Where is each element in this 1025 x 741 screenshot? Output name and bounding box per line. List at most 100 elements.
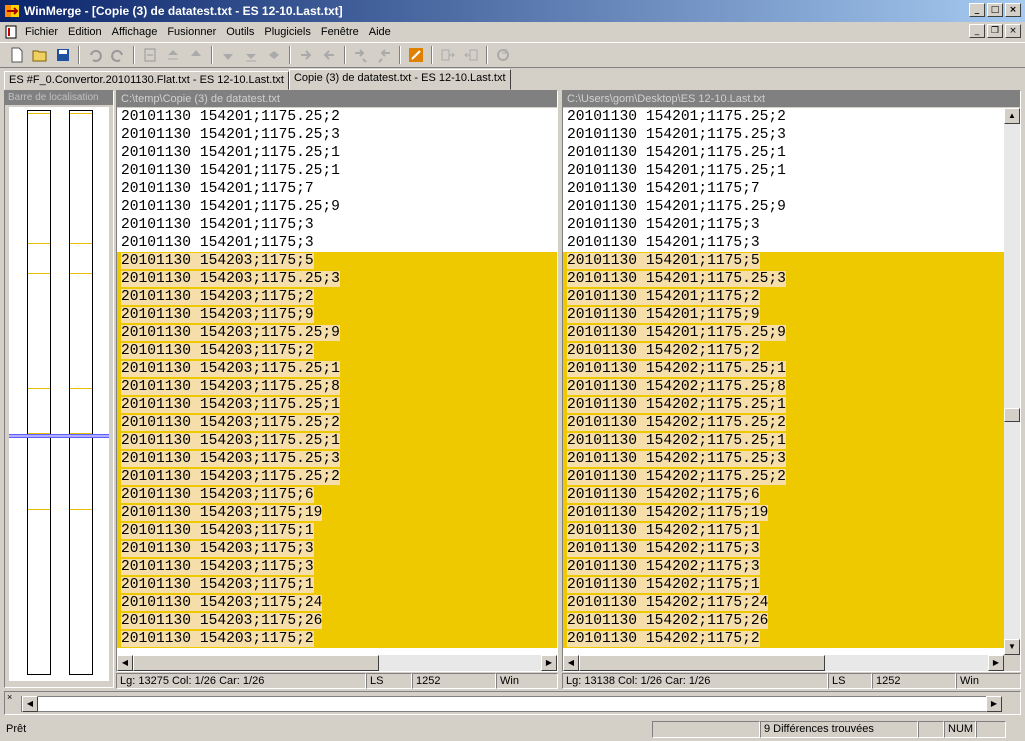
diff-line[interactable]: 20101130 154203;1175;2 bbox=[117, 630, 557, 648]
menu-outils[interactable]: Outils bbox=[221, 26, 259, 38]
diff-line[interactable]: 20101130 154202;1175.25;8 bbox=[563, 378, 1004, 396]
diff-line[interactable]: 20101130 154201;1175;5 bbox=[563, 252, 1004, 270]
diff-line[interactable]: 20101130 154203;1175;1 bbox=[117, 576, 557, 594]
location-view-indicator[interactable] bbox=[9, 434, 109, 438]
diff-line[interactable]: 20101130 154202;1175.25;2 bbox=[563, 468, 1004, 486]
text-line[interactable]: 20101130 154201;1175;3 bbox=[563, 234, 1004, 252]
redo-button[interactable] bbox=[107, 44, 129, 66]
text-line[interactable]: 20101130 154201;1175.25;1 bbox=[117, 144, 557, 162]
document-icon[interactable] bbox=[4, 25, 18, 39]
text-line[interactable]: 20101130 154201;1175;3 bbox=[117, 216, 557, 234]
diff-line[interactable]: 20101130 154203;1175;2 bbox=[117, 288, 557, 306]
diff-line[interactable]: 20101130 154203;1175.25;9 bbox=[117, 324, 557, 342]
text-line[interactable]: 20101130 154201;1175.25;2 bbox=[117, 108, 557, 126]
diff-line[interactable]: 20101130 154203;1175;5 bbox=[117, 252, 557, 270]
open-button[interactable] bbox=[29, 44, 51, 66]
text-line[interactable]: 20101130 154201;1175.25;1 bbox=[563, 162, 1004, 180]
diff-line[interactable]: 20101130 154203;1175.25;2 bbox=[117, 414, 557, 432]
scroll-right-button[interactable]: ▶ bbox=[541, 655, 557, 671]
scroll-thumb[interactable] bbox=[133, 655, 379, 671]
copy-right-advance-button[interactable] bbox=[350, 44, 372, 66]
diff-line[interactable]: 20101130 154203;1175.25;3 bbox=[117, 270, 557, 288]
menu-fichier[interactable]: Fichier bbox=[20, 26, 63, 38]
tab-copie-vs-last[interactable]: Copie (3) de datatest.txt - ES 12-10.Las… bbox=[288, 69, 511, 90]
menu-fusionner[interactable]: Fusionner bbox=[162, 26, 221, 38]
diff-line[interactable]: 20101130 154203;1175.25;8 bbox=[117, 378, 557, 396]
doc-close-button[interactable]: × bbox=[1005, 24, 1021, 38]
save-button[interactable] bbox=[52, 44, 74, 66]
tab-flat-vs-last[interactable]: ES #F_0.Convertor.20101130.Flat.txt - ES… bbox=[4, 71, 289, 90]
copy-right-button[interactable] bbox=[295, 44, 317, 66]
new-button[interactable] bbox=[6, 44, 28, 66]
doc-restore-button[interactable]: ❐ bbox=[987, 24, 1003, 38]
diff-line[interactable]: 20101130 154203;1175;24 bbox=[117, 594, 557, 612]
diff-line[interactable]: 20101130 154203;1175.25;1 bbox=[117, 432, 557, 450]
close-button[interactable]: × bbox=[1005, 3, 1021, 17]
copy-to-right-button[interactable] bbox=[437, 44, 459, 66]
scroll-left-button[interactable]: ◀ bbox=[117, 655, 133, 671]
prev-diff-button[interactable] bbox=[185, 44, 207, 66]
location-bar[interactable] bbox=[9, 107, 109, 681]
text-line[interactable]: 20101130 154201;1175.25;2 bbox=[563, 108, 1004, 126]
vertical-scrollbar[interactable]: ▲ ▼ bbox=[1004, 108, 1020, 655]
diff-line[interactable]: 20101130 154201;1175.25;3 bbox=[563, 270, 1004, 288]
current-diff-button[interactable] bbox=[139, 44, 161, 66]
scroll-down-button[interactable]: ▼ bbox=[1004, 639, 1020, 655]
minimize-button[interactable]: _ bbox=[969, 3, 985, 17]
diff-line[interactable]: 20101130 154202;1175.25;3 bbox=[563, 450, 1004, 468]
left-horizontal-scrollbar[interactable]: ◀ ▶ bbox=[117, 655, 557, 671]
text-line[interactable]: 20101130 154201;1175.25;9 bbox=[563, 198, 1004, 216]
refresh-button[interactable] bbox=[492, 44, 514, 66]
scroll-right-button[interactable]: ▶ bbox=[988, 655, 1004, 671]
diff-line[interactable]: 20101130 154203;1175.25;3 bbox=[117, 450, 557, 468]
diff-line[interactable]: 20101130 154202;1175;2 bbox=[563, 342, 1004, 360]
text-line[interactable]: 20101130 154201;1175.25;3 bbox=[117, 126, 557, 144]
scroll-thumb[interactable] bbox=[579, 655, 825, 671]
location-left-column[interactable] bbox=[27, 110, 51, 675]
copy-to-left-button[interactable] bbox=[460, 44, 482, 66]
diff-line[interactable]: 20101130 154203;1175.25;1 bbox=[117, 360, 557, 378]
detail-scroll-left-button[interactable]: ◀ bbox=[22, 696, 38, 712]
maximize-button[interactable]: □ bbox=[987, 3, 1003, 17]
scroll-up-button[interactable]: ▲ bbox=[1004, 108, 1020, 124]
scroll-left-button[interactable]: ◀ bbox=[563, 655, 579, 671]
options-button[interactable] bbox=[405, 44, 427, 66]
diff-line[interactable]: 20101130 154203;1175;19 bbox=[117, 504, 557, 522]
left-text-area[interactable]: 20101130 154201;1175.25;2 20101130 154201… bbox=[117, 108, 557, 655]
text-line[interactable]: 20101130 154201;1175;3 bbox=[117, 234, 557, 252]
menu-fenetre[interactable]: Fenêtre bbox=[316, 26, 364, 38]
diff-line[interactable]: 20101130 154201;1175.25;9 bbox=[563, 324, 1004, 342]
diff-line[interactable]: 20101130 154203;1175.25;1 bbox=[117, 396, 557, 414]
diff-line[interactable]: 20101130 154202;1175.25;1 bbox=[563, 360, 1004, 378]
copy-left-button[interactable] bbox=[318, 44, 340, 66]
text-line[interactable]: 20101130 154201;1175.25;3 bbox=[563, 126, 1004, 144]
next-diff-button[interactable] bbox=[217, 44, 239, 66]
diff-line[interactable]: 20101130 154202;1175.25;2 bbox=[563, 414, 1004, 432]
diff-line[interactable]: 20101130 154203;1175.25;2 bbox=[117, 468, 557, 486]
vertical-scroll-thumb[interactable] bbox=[1004, 408, 1020, 422]
close-detail-icon[interactable]: × bbox=[7, 692, 12, 702]
diff-line[interactable]: 20101130 154201;1175;9 bbox=[563, 306, 1004, 324]
diff-line[interactable]: 20101130 154203;1175;2 bbox=[117, 342, 557, 360]
diff-line[interactable]: 20101130 154202;1175;3 bbox=[563, 540, 1004, 558]
menu-aide[interactable]: Aide bbox=[364, 26, 396, 38]
first-diff-button[interactable] bbox=[162, 44, 184, 66]
diff-line[interactable]: 20101130 154203;1175;3 bbox=[117, 540, 557, 558]
diff-line[interactable]: 20101130 154202;1175;19 bbox=[563, 504, 1004, 522]
undo-button[interactable] bbox=[84, 44, 106, 66]
diff-line[interactable]: 20101130 154203;1175;26 bbox=[117, 612, 557, 630]
right-text-area[interactable]: 20101130 154201;1175.25;2 20101130 154201… bbox=[563, 108, 1004, 655]
right-horizontal-scrollbar[interactable]: ◀ ▶ bbox=[563, 655, 1004, 671]
diff-line[interactable]: 20101130 154202;1175;2 bbox=[563, 630, 1004, 648]
diff-line[interactable]: 20101130 154202;1175.25;1 bbox=[563, 396, 1004, 414]
copy-left-advance-button[interactable] bbox=[373, 44, 395, 66]
text-line[interactable]: 20101130 154201;1175.25;1 bbox=[117, 162, 557, 180]
diff-line[interactable]: 20101130 154202;1175;26 bbox=[563, 612, 1004, 630]
all-diff-button[interactable] bbox=[263, 44, 285, 66]
diff-line[interactable]: 20101130 154203;1175;9 bbox=[117, 306, 557, 324]
text-line[interactable]: 20101130 154201;1175;3 bbox=[563, 216, 1004, 234]
diff-line[interactable]: 20101130 154203;1175;6 bbox=[117, 486, 557, 504]
detail-scroll-right-button[interactable]: ▶ bbox=[986, 696, 1002, 712]
location-right-column[interactable] bbox=[69, 110, 93, 675]
diff-line[interactable]: 20101130 154203;1175;1 bbox=[117, 522, 557, 540]
